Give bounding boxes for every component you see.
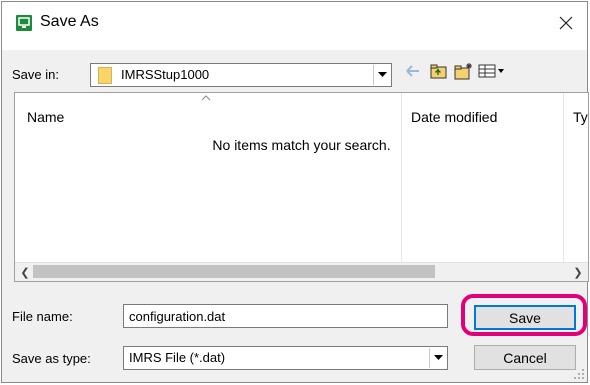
chevron-down-icon[interactable] (429, 348, 446, 368)
scroll-left-icon[interactable]: ❮ (17, 264, 33, 280)
up-folder-icon[interactable] (430, 62, 448, 85)
title-bar: Save As (2, 2, 587, 50)
window-title: Save As (40, 13, 99, 30)
column-header-date-modified[interactable]: Date modified (402, 93, 562, 137)
scroll-thumb[interactable] (33, 265, 435, 278)
save-icon (16, 15, 32, 31)
save-in-dropdown[interactable]: IMRSStup1000 (90, 63, 392, 87)
save-as-type-label: Save as type: (12, 351, 91, 366)
cancel-button[interactable]: Cancel (474, 345, 576, 370)
close-icon (559, 16, 573, 30)
save-button[interactable]: Save (474, 305, 576, 330)
back-arrow-icon[interactable] (404, 62, 422, 85)
resize-grip-icon[interactable] (573, 368, 585, 380)
column-header-name[interactable]: Name (15, 93, 400, 137)
scroll-right-icon[interactable]: ❯ (570, 264, 586, 280)
file-list[interactable]: Name Date modified Ty No items match you… (14, 92, 589, 282)
save-in-label: Save in: (12, 67, 59, 82)
close-button[interactable] (551, 8, 581, 38)
folder-icon (98, 67, 112, 84)
view-menu-icon[interactable] (478, 62, 506, 85)
column-header-type[interactable]: Ty (564, 93, 588, 137)
save-as-dialog: Save As Save in: IMRSStup1000 Name Date … (1, 1, 589, 383)
sort-caret-icon (201, 95, 211, 101)
horizontal-scrollbar[interactable]: ❮ ❯ (15, 262, 588, 281)
empty-message: No items match your search. (212, 137, 391, 153)
save-as-type-dropdown[interactable]: IMRS File (*.dat) (123, 346, 448, 370)
file-name-field[interactable]: configuration.dat (123, 304, 448, 328)
file-name-label: File name: (12, 309, 73, 324)
chevron-down-icon[interactable] (373, 65, 390, 85)
new-folder-icon[interactable] (454, 62, 474, 85)
save-in-value: IMRSStup1000 (121, 67, 210, 82)
